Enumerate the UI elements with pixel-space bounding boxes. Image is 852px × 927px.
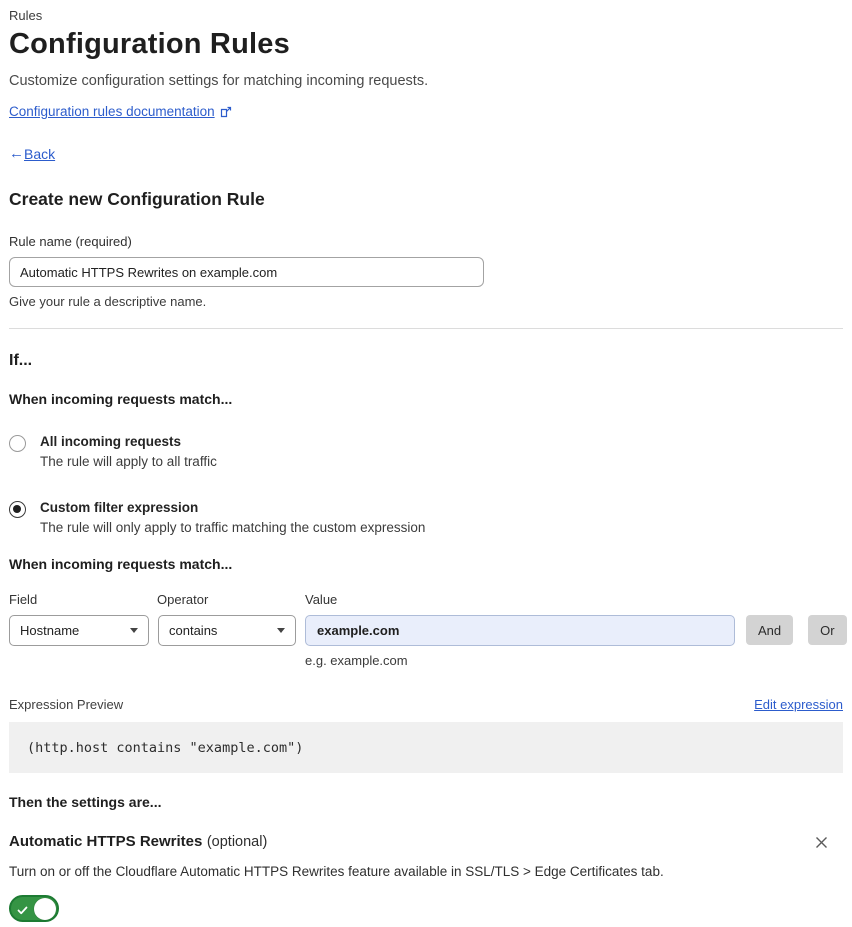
expression-preview-label: Expression Preview	[9, 697, 124, 712]
field-select-value: Hostname	[20, 623, 80, 638]
then-settings-heading: Then the settings are...	[9, 794, 162, 810]
expression-preview-code: (http.host contains "example.com")	[9, 722, 843, 773]
rule-name-helper: Give your rule a descriptive name.	[9, 294, 207, 309]
field-select[interactable]: Hostname	[9, 615, 149, 646]
page-subtitle: Customize configuration settings for mat…	[9, 73, 429, 89]
expression-builder-row: Field Hostname Operator contains Value e…	[9, 592, 847, 668]
remove-setting-button[interactable]	[812, 833, 831, 852]
back-link[interactable]: Back	[24, 146, 55, 162]
rule-name-label: Rule name (required)	[9, 234, 132, 249]
back-arrow-icon: ←	[9, 145, 24, 162]
radio-button-selected-icon[interactable]	[9, 501, 26, 518]
chevron-down-icon	[130, 628, 138, 633]
breadcrumb: Rules	[9, 8, 43, 23]
incoming-requests-match-label: When incoming requests match...	[9, 391, 233, 407]
value-helper: e.g. example.com	[305, 653, 408, 668]
section-divider	[9, 328, 843, 329]
create-rule-section-title: Create new Configuration Rule	[9, 189, 265, 209]
automatic-https-rewrites-toggle[interactable]	[9, 895, 59, 922]
radio-label: Custom filter expression	[40, 500, 199, 515]
setting-optional-tag: (optional)	[206, 834, 268, 850]
or-button[interactable]: Or	[808, 615, 847, 645]
setting-title: Automatic HTTPS Rewrites	[9, 833, 203, 850]
field-label: Field	[9, 592, 38, 607]
radio-button-icon[interactable]	[9, 435, 26, 452]
value-label: Value	[305, 592, 338, 607]
radio-description: The rule will only apply to traffic matc…	[40, 520, 426, 535]
radio-description: The rule will apply to all traffic	[40, 454, 217, 469]
operator-select[interactable]: contains	[158, 615, 296, 646]
toggle-knob[interactable]	[34, 897, 56, 920]
radio-all-incoming-requests[interactable]: All incoming requests The rule will appl…	[9, 434, 843, 469]
expression-builder-match-label: When incoming requests match...	[9, 556, 233, 572]
operator-select-value: contains	[169, 623, 218, 638]
documentation-link[interactable]: Configuration rules documentation	[9, 104, 215, 119]
chevron-down-icon	[277, 628, 285, 633]
back-link-row[interactable]: ← Back	[9, 145, 843, 162]
page-title: Configuration Rules	[9, 28, 290, 60]
rule-name-input[interactable]	[9, 257, 484, 287]
radio-custom-filter-expression[interactable]: Custom filter expression The rule will o…	[9, 500, 843, 535]
and-button[interactable]: And	[746, 615, 794, 645]
setting-description: Turn on or off the Cloudflare Automatic …	[9, 864, 664, 879]
value-input[interactable]	[305, 615, 735, 646]
configuration-rules-page: Rules Configuration Rules Customize conf…	[0, 0, 852, 927]
operator-label: Operator	[157, 592, 209, 607]
radio-label: All incoming requests	[40, 434, 182, 449]
edit-expression-link[interactable]: Edit expression	[754, 697, 843, 712]
if-section-heading: If...	[9, 352, 33, 369]
external-link-icon	[220, 106, 232, 118]
close-icon	[814, 837, 829, 853]
